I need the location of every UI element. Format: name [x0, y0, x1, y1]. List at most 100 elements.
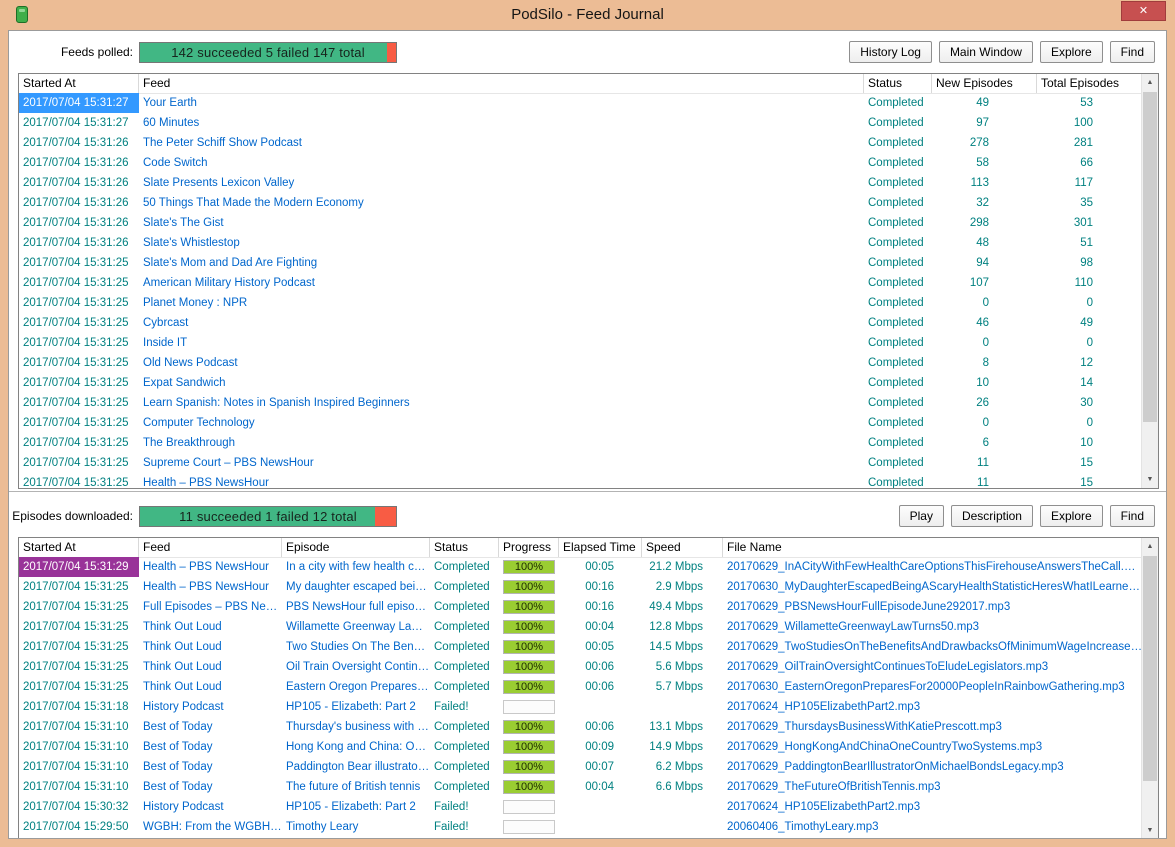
table-row[interactable]: 2017/07/04 15:31:26Slate's The GistCompl…	[19, 213, 1141, 233]
history-log-button[interactable]: History Log	[849, 41, 932, 63]
table-row[interactable]: 2017/07/04 15:31:25Supreme Court – PBS N…	[19, 453, 1141, 473]
cell-feed: Computer Technology	[139, 413, 864, 433]
column-header-status[interactable]: Status	[864, 74, 932, 93]
column-header-status[interactable]: Status	[430, 538, 499, 557]
column-header-started-at[interactable]: Started At	[19, 538, 139, 557]
table-row[interactable]: 2017/07/04 15:31:25Planet Money : NPRCom…	[19, 293, 1141, 313]
table-row[interactable]: 2017/07/04 15:31:25Think Out LoudOil Tra…	[19, 657, 1141, 677]
description-button[interactable]: Description	[951, 505, 1033, 527]
play-button[interactable]: Play	[899, 505, 944, 527]
column-header-feed[interactable]: Feed	[139, 74, 864, 93]
cell-started-at: 2017/07/04 15:31:26	[19, 133, 139, 153]
table-row[interactable]: 2017/07/04 15:31:10Best of TodayThursday…	[19, 717, 1141, 737]
cell-started-at: 2017/07/04 15:31:25	[19, 353, 139, 373]
scroll-up-icon[interactable]: ▲	[1142, 74, 1158, 91]
cell-status: Completed	[864, 93, 932, 113]
column-header-feed[interactable]: Feed	[139, 538, 282, 557]
table-row[interactable]: 2017/07/04 15:31:25Full Episodes – PBS N…	[19, 597, 1141, 617]
feeds-scrollbar[interactable]: ▲ ▼	[1141, 74, 1158, 488]
cell-status: Completed	[430, 577, 499, 597]
cell-status: Completed	[864, 373, 932, 393]
cell-total-episodes: 0	[1037, 333, 1141, 353]
cell-file-name: 20170629_InACityWithFewHealthCareOptions…	[723, 557, 1141, 577]
cell-status: Completed	[864, 153, 932, 173]
table-row[interactable]: 2017/07/04 15:31:25Think Out LoudEastern…	[19, 677, 1141, 697]
table-row[interactable]: 2017/07/04 15:31:27Your EarthCompleted49…	[19, 93, 1141, 113]
table-row[interactable]: 2017/07/04 15:31:25Slate's Mom and Dad A…	[19, 253, 1141, 273]
find-button[interactable]: Find	[1110, 505, 1155, 527]
table-row[interactable]: 2017/07/04 15:31:29Health – PBS NewsHour…	[19, 557, 1141, 577]
table-row[interactable]: 2017/07/04 15:31:10Best of TodayHong Kon…	[19, 737, 1141, 757]
table-row[interactable]: 2017/07/04 15:31:26The Peter Schiff Show…	[19, 133, 1141, 153]
table-row[interactable]: 2017/07/04 15:31:25Old News PodcastCompl…	[19, 353, 1141, 373]
cell-new-episodes: 0	[932, 293, 1037, 313]
cell-feed: Health – PBS NewsHour	[139, 557, 282, 577]
table-row[interactable]: 2017/07/04 15:31:25CybrcastCompleted4649	[19, 313, 1141, 333]
cell-progress: 100%	[499, 597, 559, 617]
scroll-up-icon[interactable]: ▲	[1142, 538, 1158, 555]
table-row[interactable]: 2017/07/04 15:31:25Think Out LoudWillame…	[19, 617, 1141, 637]
table-row[interactable]: 2017/07/04 15:31:2650 Things That Made t…	[19, 193, 1141, 213]
table-row[interactable]: 2017/07/04 15:31:25Health – PBS NewsHour…	[19, 577, 1141, 597]
table-row[interactable]: 2017/07/04 15:31:25Expat SandwichComplet…	[19, 373, 1141, 393]
column-header-progress[interactable]: Progress	[499, 538, 559, 557]
table-row[interactable]: 2017/07/04 15:31:26Slate's WhistlestopCo…	[19, 233, 1141, 253]
explore-button[interactable]: Explore	[1040, 505, 1103, 527]
column-header-file-name[interactable]: File Name	[723, 538, 1143, 557]
cell-episode: HP105 - Elizabeth: Part 2	[282, 697, 430, 717]
progress-bar: 100%	[503, 640, 555, 654]
episodes-scrollbar[interactable]: ▲ ▼	[1141, 538, 1158, 839]
table-row[interactable]: 2017/07/04 15:31:25Computer TechnologyCo…	[19, 413, 1141, 433]
cell-file-name: 20170629_OilTrainOversightContinuesToElu…	[723, 657, 1141, 677]
cell-status: Completed	[864, 333, 932, 353]
column-header-speed[interactable]: Speed	[642, 538, 723, 557]
cell-progress	[499, 817, 559, 837]
scrollbar-thumb[interactable]	[1143, 556, 1157, 781]
table-row[interactable]: 2017/07/04 15:31:25The BreakthroughCompl…	[19, 433, 1141, 453]
column-header-episode[interactable]: Episode	[282, 538, 430, 557]
scroll-down-icon[interactable]: ▼	[1142, 822, 1158, 839]
cell-elapsed-time: 00:05	[559, 637, 642, 657]
table-row[interactable]: 2017/07/04 15:31:25Health – PBS NewsHour…	[19, 473, 1141, 488]
cell-feed: Learn Spanish: Notes in Spanish Inspired…	[139, 393, 864, 413]
cell-episode: My daughter escaped being...	[282, 577, 430, 597]
column-header-elapsed-time[interactable]: Elapsed Time	[559, 538, 642, 557]
table-row[interactable]: 2017/07/04 15:31:10Best of TodayThe futu…	[19, 777, 1141, 797]
column-header-new-episodes[interactable]: New Episodes	[932, 74, 1037, 93]
table-row[interactable]: 2017/07/04 15:31:25American Military His…	[19, 273, 1141, 293]
close-button[interactable]: ✕	[1121, 1, 1166, 21]
table-row[interactable]: 2017/07/04 15:31:25Think Out LoudTwo Stu…	[19, 637, 1141, 657]
table-row[interactable]: 2017/07/04 15:31:2760 MinutesCompleted97…	[19, 113, 1141, 133]
window-content: Feeds polled: 142 succeeded 5 failed 147…	[8, 30, 1167, 839]
scrollbar-thumb[interactable]	[1143, 92, 1157, 422]
explore-button[interactable]: Explore	[1040, 41, 1103, 63]
find-button[interactable]: Find	[1110, 41, 1155, 63]
progress-bar: 100%	[503, 600, 555, 614]
cell-status: Completed	[430, 557, 499, 577]
table-row[interactable]: 2017/07/04 15:31:25Inside ITCompleted00	[19, 333, 1141, 353]
feeds-table-header: Started At Feed Status New Episodes Tota…	[19, 74, 1158, 94]
progress-bar: 100%	[503, 740, 555, 754]
cell-new-episodes: 58	[932, 153, 1037, 173]
titlebar[interactable]: PodSilo - Feed Journal ✕	[0, 0, 1175, 30]
table-row[interactable]: 2017/07/04 15:31:26Code SwitchCompleted5…	[19, 153, 1141, 173]
cell-status: Completed	[864, 313, 932, 333]
table-row[interactable]: 2017/07/04 15:30:32History PodcastHP105 …	[19, 797, 1141, 817]
cell-started-at: 2017/07/04 15:31:26	[19, 173, 139, 193]
cell-status: Completed	[864, 473, 932, 488]
column-header-started-at[interactable]: Started At	[19, 74, 139, 93]
main-window-button[interactable]: Main Window	[939, 41, 1033, 63]
cell-feed: History Podcast	[139, 797, 282, 817]
table-row[interactable]: 2017/07/04 15:31:18History PodcastHP105 …	[19, 697, 1141, 717]
cell-feed: Expat Sandwich	[139, 373, 864, 393]
column-header-total-episodes[interactable]: Total Episodes	[1037, 74, 1143, 93]
cell-status: Completed	[430, 657, 499, 677]
table-row[interactable]: 2017/07/04 15:31:25Learn Spanish: Notes …	[19, 393, 1141, 413]
cell-progress: 100%	[499, 757, 559, 777]
scroll-down-icon[interactable]: ▼	[1142, 471, 1158, 488]
table-row[interactable]: 2017/07/04 15:29:50WGBH: From the WGBH .…	[19, 817, 1141, 837]
feeds-table: Started At Feed Status New Episodes Tota…	[18, 73, 1159, 489]
cell-status: Completed	[864, 253, 932, 273]
table-row[interactable]: 2017/07/04 15:31:26Slate Presents Lexico…	[19, 173, 1141, 193]
table-row[interactable]: 2017/07/04 15:31:10Best of TodayPaddingt…	[19, 757, 1141, 777]
